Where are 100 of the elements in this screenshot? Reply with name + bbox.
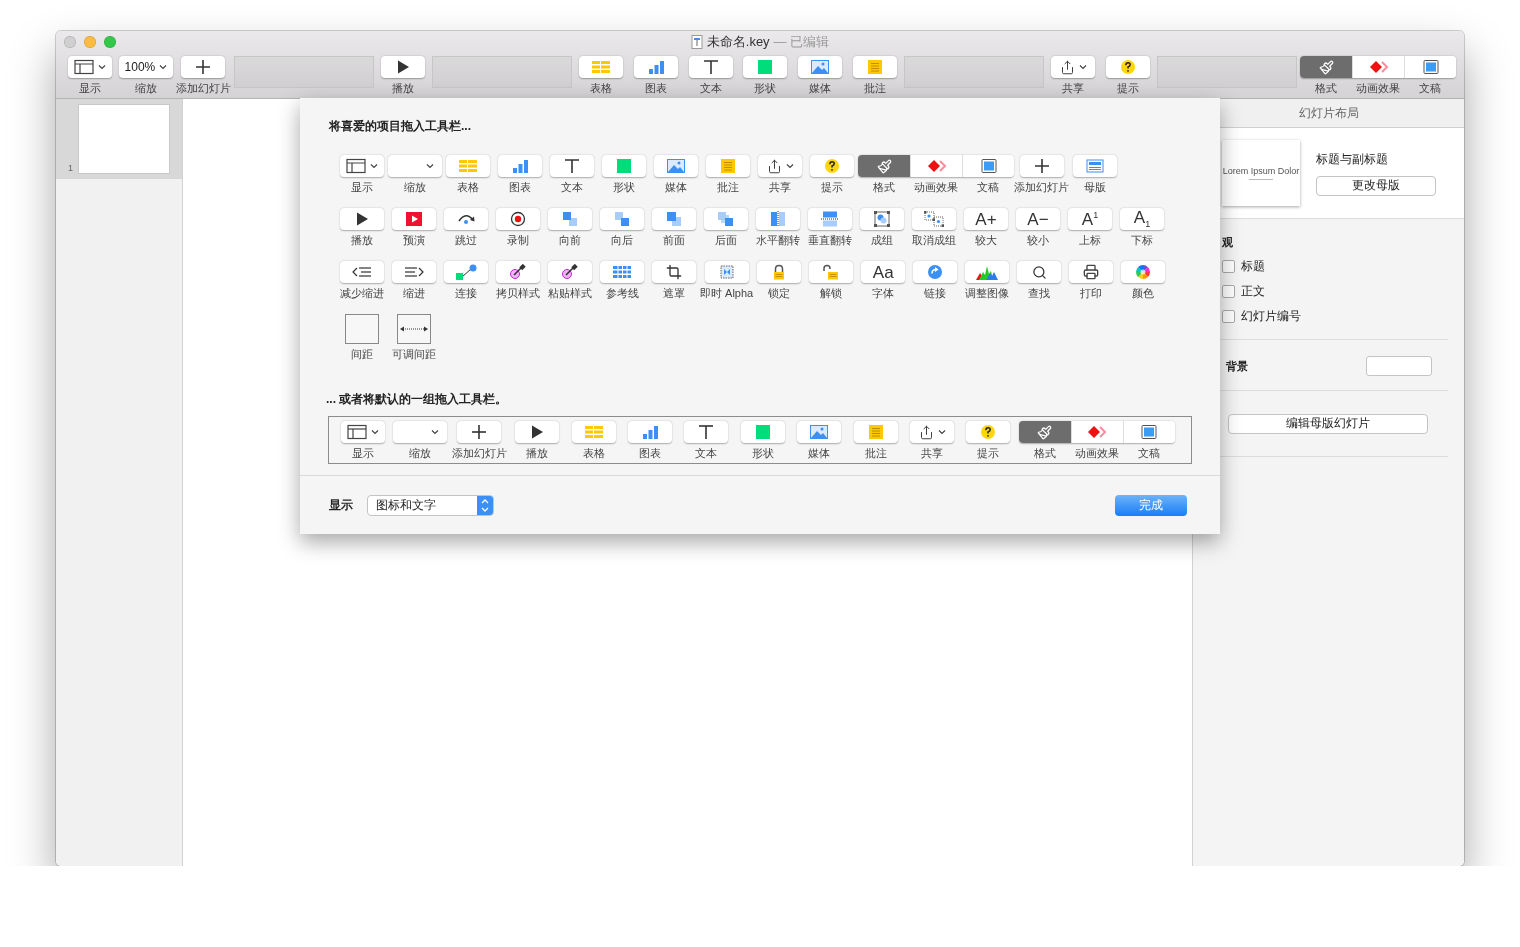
toolbar-button[interactable] — [550, 155, 594, 177]
toolbar-button[interactable] — [1051, 56, 1096, 78]
segment-button[interactable] — [962, 155, 1014, 177]
toolbar-button[interactable] — [652, 261, 696, 283]
segment-button[interactable] — [1018, 421, 1071, 443]
toolbar-label: 提示 — [1117, 82, 1140, 95]
toolbar-label: 图表 — [509, 181, 531, 194]
paintbrush-icon — [1318, 59, 1334, 75]
toolbar-label: 显示 — [79, 82, 101, 95]
toolbar-button[interactable] — [341, 421, 385, 443]
checkbox[interactable] — [1222, 260, 1235, 273]
outdent-icon — [352, 264, 372, 280]
indent-icon — [404, 264, 424, 280]
toolbar-button[interactable]: 100% — [118, 56, 173, 78]
toolbar-button[interactable] — [68, 56, 112, 78]
toolbar-label: 图表 — [639, 447, 662, 460]
toolbar-button[interactable] — [548, 261, 592, 283]
toolbar-label: 锁定 — [768, 287, 791, 300]
segment-button[interactable] — [1352, 56, 1404, 78]
toolbar-button[interactable] — [181, 56, 226, 78]
eyedropper-icon — [560, 264, 580, 280]
bar-chart-icon — [510, 158, 530, 174]
slide-thumbnail[interactable] — [79, 105, 169, 173]
toolbar-label: 后面 — [715, 234, 737, 247]
help-icon — [822, 158, 842, 174]
toolbar-button[interactable] — [1019, 155, 1064, 177]
edit-master-button[interactable]: 编辑母版幻灯片 — [1228, 413, 1428, 434]
document-icon — [1139, 424, 1160, 440]
toolbar-button[interactable] — [684, 421, 729, 443]
toolbar-label: 显示 — [352, 447, 374, 460]
toolbar-label: 较大 — [975, 234, 997, 247]
toolbar-label: 下标 — [1131, 234, 1153, 247]
space-item[interactable] — [345, 314, 379, 344]
toolbar-label: 批注 — [864, 82, 887, 95]
toolbar-button[interactable] — [1069, 261, 1114, 283]
toolbar-button[interactable] — [910, 421, 955, 443]
change-master-button[interactable]: 更改母版 — [1316, 175, 1436, 196]
show-select[interactable]: 图标和文字 — [367, 494, 494, 516]
toolbar-button[interactable] — [1017, 261, 1062, 283]
toolbar-button[interactable]: A$_{1}$ — [1120, 208, 1164, 230]
layout-thumbnail[interactable]: Lorem Ipsum Dolor — [1222, 140, 1300, 206]
toolbar-label: 调整图像 — [965, 287, 1010, 300]
flexible-space-item[interactable] — [397, 314, 431, 344]
toolbar-button[interactable] — [496, 261, 540, 283]
checkbox[interactable] — [1222, 310, 1235, 323]
toolbar-label: 拷贝样式 — [496, 287, 540, 300]
share-icon — [1059, 59, 1075, 75]
toolbar-button[interactable]: Aa — [861, 261, 906, 283]
toolbar-label: 连接 — [455, 287, 477, 300]
document-icon — [690, 35, 703, 49]
toolbar-label: 上标 — [1079, 234, 1101, 247]
note-icon — [718, 158, 738, 174]
segment-button[interactable] — [1404, 56, 1456, 78]
toolbar-label: 缩放 — [404, 181, 426, 194]
toolbar-button[interactable]: A$^{1}$ — [1068, 208, 1112, 230]
segment-button[interactable] — [910, 155, 962, 177]
toolbar-label: 共享 — [921, 447, 944, 460]
toolbar-label: 表格 — [589, 82, 612, 95]
zoom-window-button[interactable] — [104, 36, 116, 48]
checkbox[interactable] — [1222, 285, 1235, 298]
chevron-icon — [937, 429, 946, 435]
diamond-icon — [926, 158, 947, 174]
default-toolbar-set[interactable]: 显示 缩放 添加幻灯片 播放 表格 图表 文本 形状 媒体 批注 共享 提示 格式 动画效果 文稿 — [328, 416, 1192, 464]
toolbar-button[interactable]: A− — [1016, 208, 1060, 230]
segment-button[interactable] — [1300, 56, 1352, 78]
toolbar-button[interactable] — [810, 155, 854, 177]
toolbar-button[interactable] — [758, 155, 802, 177]
segment-button[interactable] — [858, 155, 910, 177]
toolbar-button[interactable] — [340, 155, 384, 177]
chevron-icon — [371, 429, 379, 435]
toolbar-button[interactable] — [444, 208, 488, 230]
flip-horizontal-icon — [768, 211, 788, 227]
toolbar-button[interactable] — [457, 421, 502, 443]
toolbar-button[interactable]: A+ — [964, 208, 1008, 230]
segment-button[interactable] — [1070, 421, 1123, 443]
layout-icon — [74, 59, 94, 75]
toolbar-label: 添加幻灯片 — [451, 447, 507, 460]
chevron-icon — [431, 429, 440, 435]
toolbar-label: 添加幻灯片 — [175, 82, 231, 95]
toolbar-button[interactable] — [515, 421, 560, 443]
slide-row[interactable]: 1 — [56, 99, 182, 179]
toolbar-button[interactable] — [860, 208, 904, 230]
table-icon — [590, 59, 611, 75]
edited-status: — 已编辑 — [773, 33, 830, 51]
toolbar-button[interactable] — [340, 208, 384, 230]
toolbar-button[interactable] — [1106, 56, 1151, 78]
segment-button[interactable] — [1122, 421, 1175, 443]
toolbar-label: 水平翻转 — [756, 234, 800, 247]
crop-icon — [666, 264, 682, 280]
color-well[interactable] — [1366, 356, 1432, 376]
toolbar-button[interactable] — [380, 56, 425, 78]
toolbar-label: 添加幻灯片 — [1014, 181, 1069, 194]
stepper-icon — [477, 495, 493, 515]
toolbar-button[interactable] — [496, 208, 540, 230]
checkbox-label: 标题 — [1241, 258, 1265, 275]
toolbar-button[interactable] — [966, 421, 1011, 443]
image-icon — [809, 424, 830, 440]
toolbar-label: 格式 — [1314, 82, 1338, 95]
toolbar-label: 缩进 — [403, 287, 425, 300]
toolbar-button[interactable] — [688, 56, 733, 78]
